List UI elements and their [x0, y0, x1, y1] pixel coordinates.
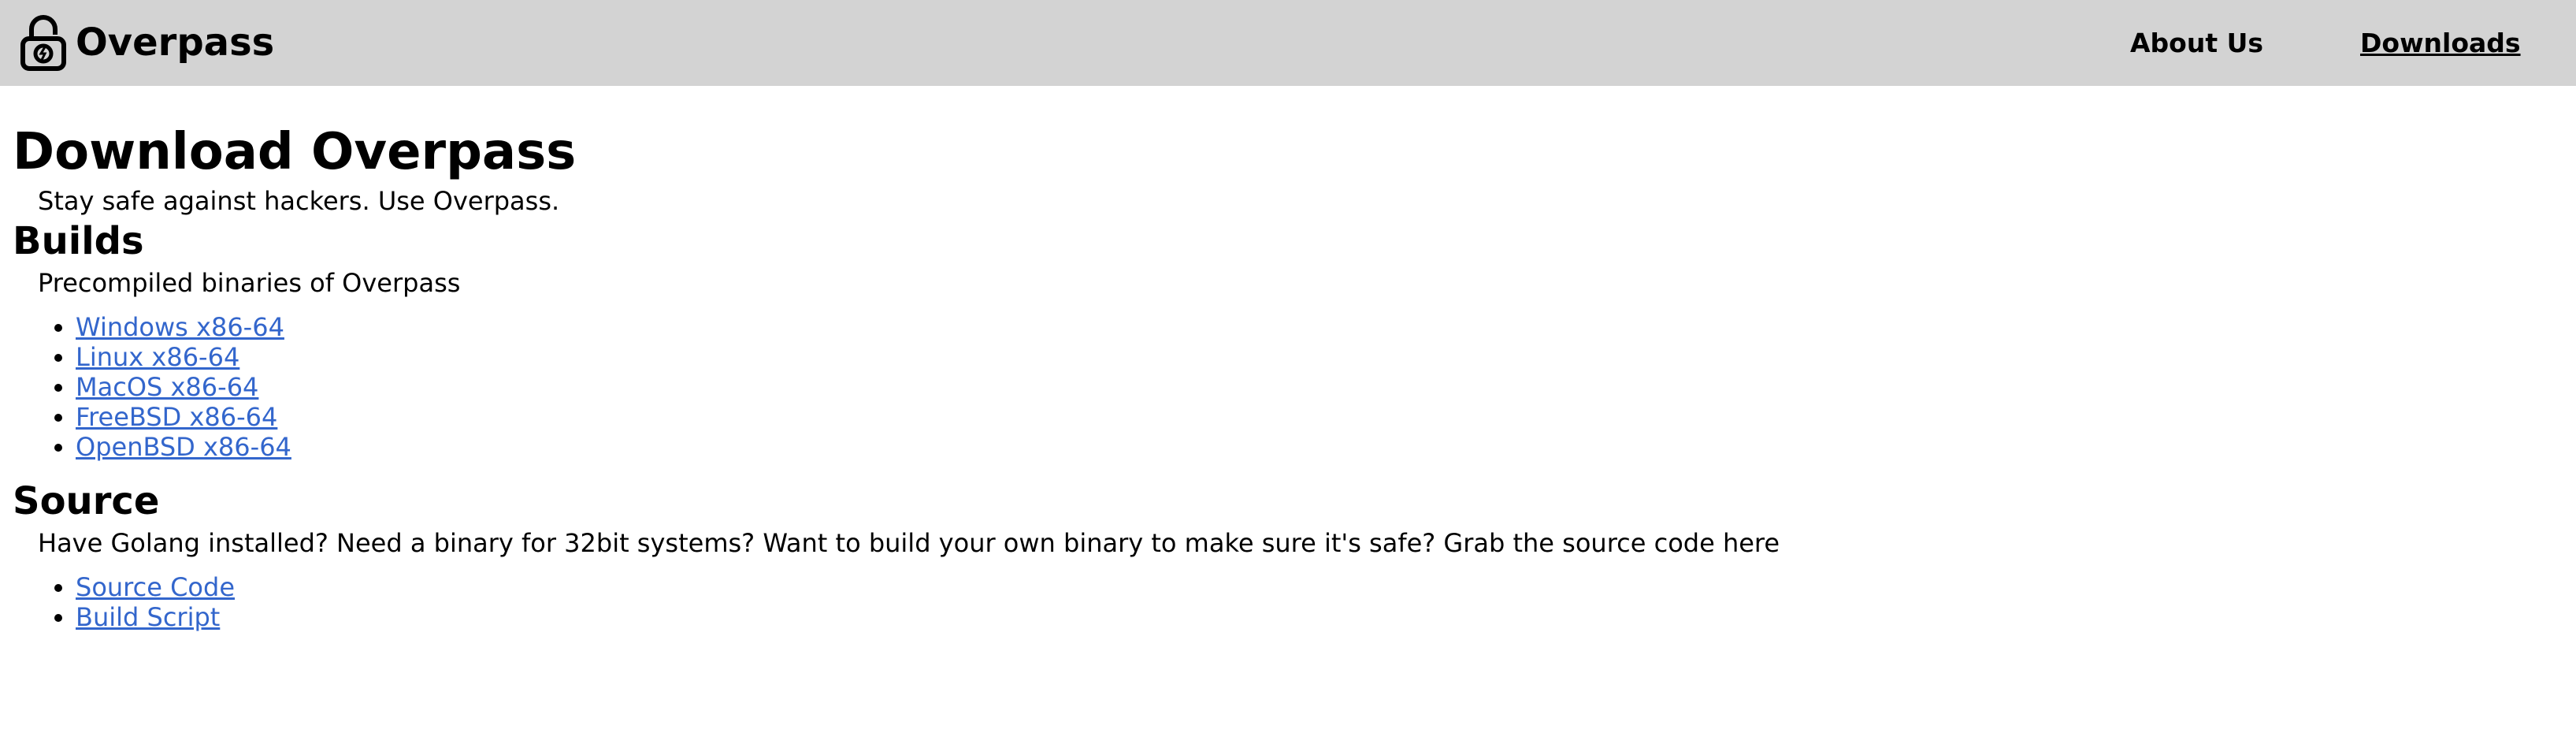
list-item: OpenBSD x86-64	[76, 432, 2557, 462]
list-item: Windows x86-64	[76, 312, 2557, 342]
download-openbsd-link[interactable]: OpenBSD x86-64	[76, 432, 291, 462]
list-item: Source Code	[76, 572, 2557, 602]
download-freebsd-link[interactable]: FreeBSD x86-64	[76, 402, 277, 432]
nav-about-us-link[interactable]: About Us	[2130, 0, 2263, 86]
page-title: Download Overpass	[13, 123, 577, 181]
builds-heading: Builds	[13, 219, 144, 264]
source-description: Have Golang installed? Need a binary for…	[38, 527, 1780, 558]
top-navigation-bar: Overpass About Us Downloads	[0, 0, 2576, 86]
list-item: FreeBSD x86-64	[76, 402, 2557, 432]
download-windows-link[interactable]: Windows x86-64	[76, 312, 284, 342]
nav-downloads-link[interactable]: Downloads	[2360, 0, 2521, 86]
list-item: Linux x86-64	[76, 342, 2557, 372]
list-item: Build Script	[76, 602, 2557, 632]
brand-name: Overpass	[76, 20, 275, 65]
brand-home-link[interactable]: Overpass	[17, 11, 274, 74]
main-content: Download Overpass Stay safe against hack…	[13, 86, 2557, 632]
source-list: Source Code Build Script	[13, 572, 2557, 632]
list-item: MacOS x86-64	[76, 372, 2557, 402]
source-heading: Source	[13, 479, 160, 524]
download-linux-link[interactable]: Linux x86-64	[76, 342, 239, 372]
padlock-icon	[17, 13, 69, 72]
tagline: Stay safe against hackers. Use Overpass.	[38, 185, 560, 216]
build-script-link[interactable]: Build Script	[76, 602, 220, 632]
source-code-link[interactable]: Source Code	[76, 572, 235, 602]
download-macos-link[interactable]: MacOS x86-64	[76, 372, 258, 402]
builds-description: Precompiled binaries of Overpass	[38, 267, 461, 298]
builds-list: Windows x86-64 Linux x86-64 MacOS x86-64…	[13, 312, 2557, 462]
